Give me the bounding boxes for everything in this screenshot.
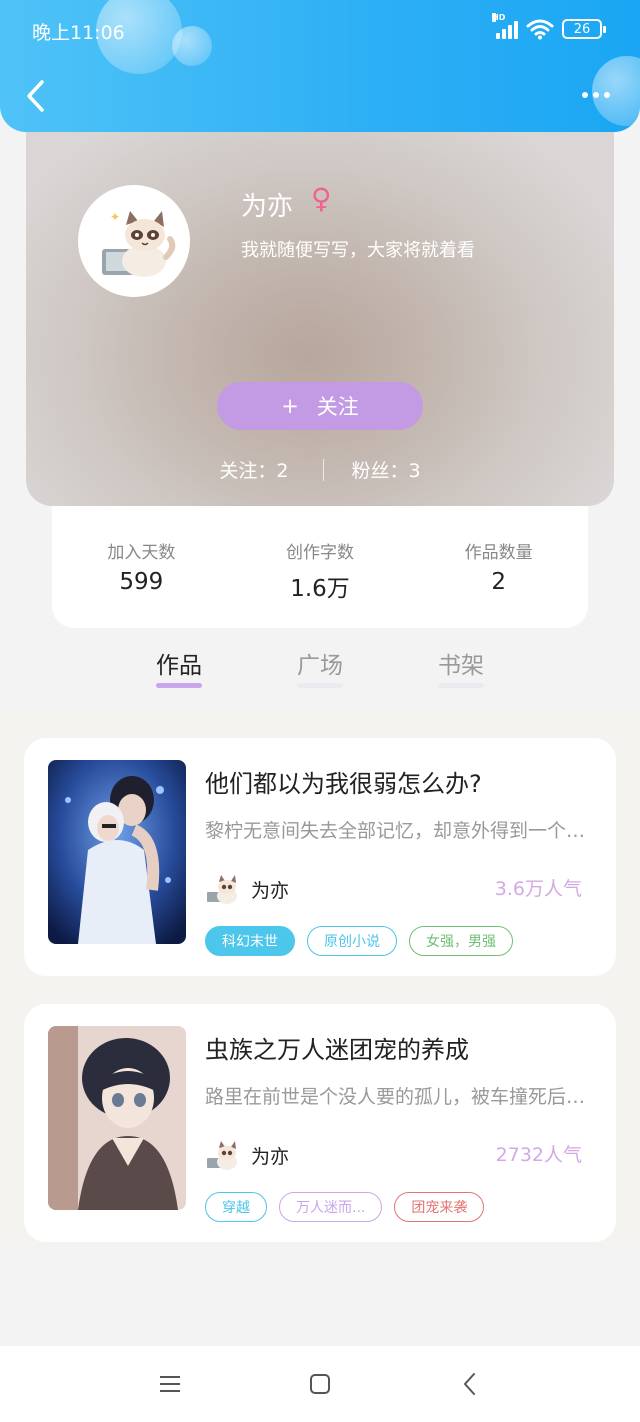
stat-label: 加入天数	[107, 543, 176, 563]
stat-label: 作品数量	[464, 543, 533, 563]
avatar[interactable]: ✦	[78, 185, 190, 297]
book-cover-image	[48, 760, 186, 944]
author-avatar-icon	[205, 1138, 243, 1172]
status-icons: HD 26	[492, 13, 606, 40]
author-name: 为亦	[251, 1145, 290, 1168]
cat-avatar-icon: ✦	[102, 210, 176, 277]
author-avatar-icon	[205, 872, 243, 906]
back-button[interactable]	[22, 78, 52, 114]
user-name: 为亦	[241, 192, 294, 222]
system-navigation-bar	[0, 1346, 640, 1422]
bubble-decoration	[172, 26, 212, 66]
book-cover-image	[48, 1026, 186, 1210]
count-divider	[322, 458, 324, 481]
battery-icon: 26	[562, 19, 606, 39]
tab-label: 广场	[297, 653, 343, 679]
tab-indicator	[297, 683, 343, 688]
home-button[interactable]	[300, 1364, 340, 1404]
stat-word-count: 创作字数 1.6万	[231, 506, 410, 628]
tag-chip[interactable]: 穿越	[205, 1192, 267, 1222]
work-description: 路里在前世是个没人要的孤儿，被车撞死后穿越了	[205, 1086, 597, 1108]
chevron-left-icon	[27, 80, 44, 112]
book-cover[interactable]	[48, 760, 186, 944]
work-author[interactable]: 为亦	[205, 872, 289, 906]
fans-count[interactable]: 粉丝：3	[352, 456, 421, 483]
works-list: 他们都以为我很弱怎么办? 黎柠无意间失去全部记忆，却意外得到一个系统 为亦 3.…	[0, 712, 640, 1246]
stat-value: 599	[119, 569, 164, 595]
tag-chip[interactable]: 原创小说	[307, 926, 397, 956]
tab-indicator	[156, 683, 202, 688]
work-card[interactable]: 他们都以为我很弱怎么办? 黎柠无意间失去全部记忆，却意外得到一个系统 为亦 3.…	[24, 738, 616, 976]
tag-chip[interactable]: 万人迷而...	[279, 1192, 383, 1222]
profile-card: ✦ 为亦 ♀ 我就随便写写，大家将就着看 + 关注 关注：2 粉丝：3	[26, 110, 614, 506]
work-title[interactable]: 虫族之万人迷团宠的养成	[205, 1030, 469, 1065]
tab-label: 书架	[438, 653, 484, 679]
work-title[interactable]: 他们都以为我很弱怎么办?	[205, 764, 482, 799]
follow-label: 关注	[316, 395, 359, 419]
tab-indicator	[438, 683, 484, 688]
hd-label: HD	[492, 13, 506, 22]
signal-icon: HD	[492, 13, 518, 39]
more-button[interactable]	[582, 92, 610, 98]
back-triangle-icon	[464, 1373, 475, 1395]
stat-join-days: 加入天数 599	[52, 506, 231, 628]
stat-value: 1.6万	[290, 576, 350, 602]
author-name: 为亦	[251, 879, 290, 902]
system-back-button[interactable]	[450, 1364, 490, 1404]
tab-label: 作品	[156, 653, 202, 679]
bubble-decoration	[592, 56, 640, 126]
status-time: 晚上11:06	[32, 22, 125, 44]
popularity-count: 3.6万人气	[494, 878, 582, 900]
female-gender-icon: ♀	[311, 182, 332, 215]
tag-chip[interactable]: 科幻末世	[205, 926, 295, 956]
tab-works[interactable]: 作品	[156, 640, 202, 712]
follow-counts: 关注：2 粉丝：3	[26, 456, 614, 483]
top-header: 晚上11:06 HD 26	[0, 0, 640, 132]
following-count[interactable]: 关注：2	[219, 456, 288, 483]
menu-icon	[160, 1376, 180, 1392]
plus-icon: +	[281, 394, 299, 418]
tag-chip[interactable]: 团宠来袭	[394, 1192, 485, 1222]
stats-panel: 加入天数 599 创作字数 1.6万 作品数量 2	[52, 506, 588, 628]
more-dots-icon	[582, 92, 588, 98]
home-square-icon	[310, 1374, 330, 1394]
tag-list: 穿越 万人迷而... 团宠来袭	[205, 1192, 485, 1222]
stat-label: 创作字数	[286, 543, 354, 563]
popularity-count: 2732人气	[495, 1144, 582, 1166]
stat-work-count: 作品数量 2	[409, 506, 588, 628]
follow-button[interactable]: + 关注	[217, 382, 423, 430]
wifi-icon	[526, 19, 554, 40]
tab-square[interactable]: 广场	[297, 640, 343, 712]
menu-button[interactable]	[150, 1364, 190, 1404]
work-author[interactable]: 为亦	[205, 1138, 289, 1172]
svg-text:✦: ✦	[110, 210, 120, 224]
tag-list: 科幻末世 原创小说 女强，男强	[205, 926, 513, 956]
tab-bar: 作品 广场 书架	[0, 640, 640, 712]
stat-value: 2	[491, 569, 506, 595]
tag-chip[interactable]: 女强，男强	[409, 926, 513, 956]
battery-level: 26	[573, 21, 591, 37]
user-bio: 我就随便写写，大家将就着看	[241, 240, 475, 261]
tab-bookshelf[interactable]: 书架	[438, 640, 484, 712]
work-description: 黎柠无意间失去全部记忆，却意外得到一个系统	[205, 820, 597, 842]
work-card[interactable]: 虫族之万人迷团宠的养成 路里在前世是个没人要的孤儿，被车撞死后穿越了 为亦 27…	[24, 1004, 616, 1242]
book-cover[interactable]	[48, 1026, 186, 1210]
